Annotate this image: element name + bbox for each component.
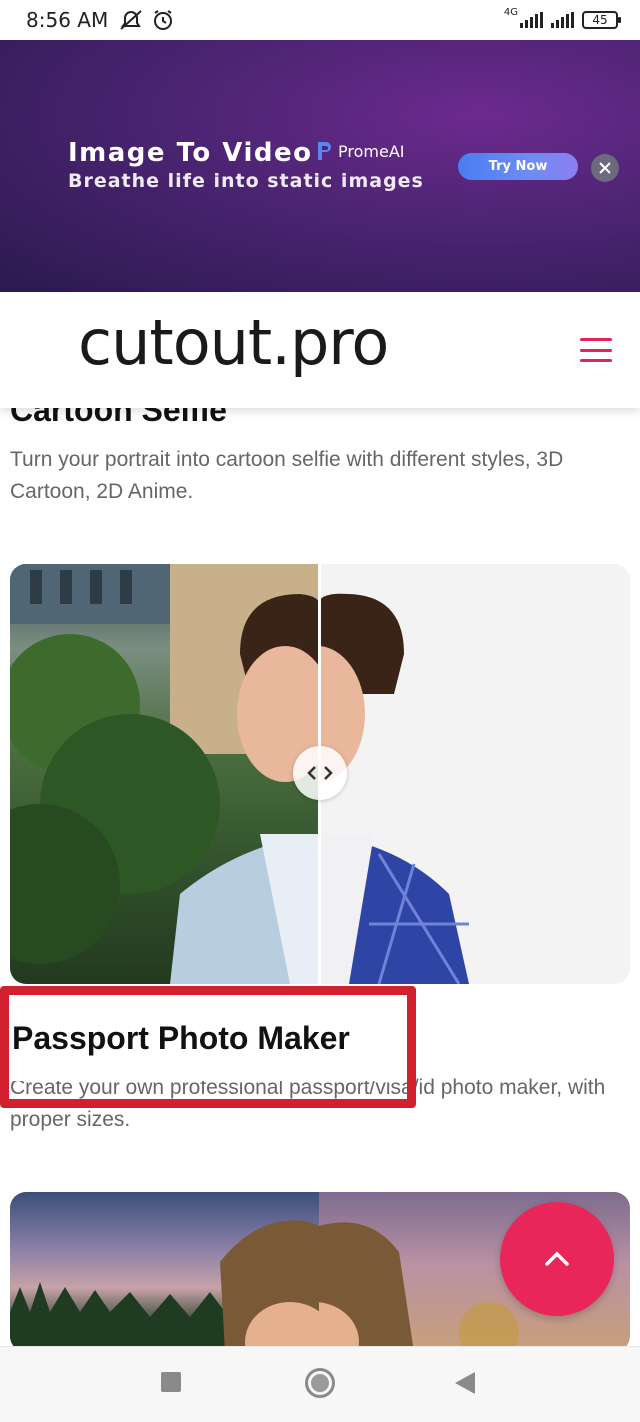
battery-icon: 45 bbox=[582, 11, 621, 29]
navigation-bar bbox=[0, 1346, 640, 1422]
circle-icon bbox=[305, 1368, 335, 1398]
ad-banner[interactable]: Image To Video PromeAI Breathe life into… bbox=[0, 40, 640, 292]
status-bar: 8:56 AM 4G 45 bbox=[0, 0, 640, 40]
close-icon bbox=[599, 162, 611, 174]
back-button[interactable] bbox=[454, 1371, 476, 1400]
cartoon-selfie-description: Turn your portrait into cartoon selfie w… bbox=[10, 448, 564, 503]
signal-icon bbox=[520, 12, 543, 28]
ad-brand: PromeAI bbox=[316, 140, 404, 162]
alarm-icon bbox=[154, 10, 173, 30]
home-button[interactable] bbox=[304, 1367, 336, 1404]
chevron-up-icon bbox=[545, 1251, 569, 1266]
site-header: cutout.pro bbox=[0, 292, 640, 408]
status-icons bbox=[118, 9, 174, 31]
recents-button[interactable] bbox=[160, 1371, 182, 1398]
highlight-box bbox=[0, 986, 416, 1108]
ad-close-button[interactable] bbox=[591, 154, 619, 182]
network-type: 4G bbox=[503, 6, 518, 18]
next-before-image bbox=[10, 1192, 335, 1352]
ad-brand-name: PromeAI bbox=[338, 141, 405, 161]
muted-bell-icon bbox=[120, 10, 142, 30]
try-now-button[interactable]: Try Now bbox=[458, 153, 578, 180]
battery-level: 45 bbox=[592, 13, 608, 27]
status-right: 4G 45 bbox=[504, 7, 621, 29]
compare-slider-icon[interactable] bbox=[293, 746, 347, 800]
status-time: 8:56 AM bbox=[26, 8, 109, 32]
triangle-back-icon bbox=[455, 1372, 475, 1394]
promeai-logo-icon bbox=[318, 142, 331, 160]
scroll-to-top-button[interactable] bbox=[500, 1202, 614, 1316]
signal-icon-2 bbox=[551, 12, 574, 28]
ad-subtitle: Breathe life into static images bbox=[68, 170, 424, 192]
passport-compare-image[interactable] bbox=[10, 564, 630, 984]
site-logo[interactable]: cutout.pro bbox=[78, 306, 389, 379]
after-image bbox=[319, 564, 630, 984]
ad-title: Image To Video bbox=[68, 138, 313, 168]
hamburger-menu-icon[interactable] bbox=[580, 338, 612, 362]
square-icon bbox=[161, 1372, 181, 1392]
before-image bbox=[10, 564, 319, 984]
